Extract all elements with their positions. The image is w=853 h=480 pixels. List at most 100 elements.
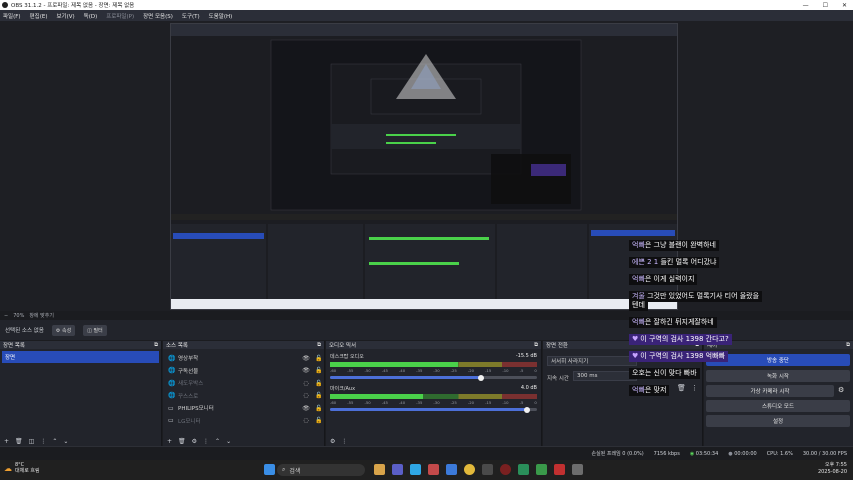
source-item[interactable]: 🌐 구독선물 👁 🔓: [163, 365, 324, 378]
source-item[interactable]: 🌐 새도우박스 ◌ 🔓: [163, 377, 324, 390]
title-bar: OBS 31.1.2 - 프로파일: 제목 없음 - 장면: 제목 없음 — ☐…: [0, 0, 853, 10]
taskbar-search[interactable]: ⌕ 검색: [277, 464, 365, 476]
add-icon[interactable]: +: [4, 438, 9, 445]
search-icon: ⌕: [282, 466, 286, 473]
app-icon[interactable]: [482, 464, 493, 475]
eye-hidden-icon[interactable]: ◌: [301, 380, 311, 387]
lock-icon[interactable]: 🔓: [314, 417, 324, 424]
arrow-up-icon[interactable]: ⌃: [215, 438, 220, 445]
menu-file[interactable]: 파일(F): [3, 12, 21, 20]
chat-message: 억빠은 잘하긴 뒤지게잘하네: [629, 317, 717, 328]
meter-tick-label: -30: [433, 400, 440, 405]
trash-icon[interactable]: 🗑: [15, 438, 23, 445]
eye-icon[interactable]: 👁: [301, 405, 311, 412]
trash-icon[interactable]: 🗑: [178, 438, 186, 445]
fader-knob[interactable]: [523, 406, 530, 413]
channel-name: 데스크탑 오디오: [330, 354, 364, 360]
more-icon[interactable]: ⋮: [203, 438, 209, 445]
meter-ticks: -60 -55 -50 -45 -40 -35 -30 -25 -20 -15 -10 -5 0: [330, 400, 537, 405]
lock-icon[interactable]: 🔓: [314, 405, 324, 412]
teams-icon[interactable]: [392, 464, 403, 475]
app-icon[interactable]: [554, 464, 565, 475]
filters-button[interactable]: ◫ 필터: [83, 324, 107, 336]
scene-item[interactable]: 장면: [2, 351, 159, 363]
bitrate: 7156 kbps: [653, 450, 680, 457]
minimize-button[interactable]: —: [803, 2, 809, 9]
filter-icon[interactable]: ◫: [29, 438, 35, 445]
close-button[interactable]: ✕: [842, 2, 847, 9]
store-icon[interactable]: [446, 464, 457, 475]
eye-hidden-icon[interactable]: ◌: [301, 392, 311, 399]
clock-time: 오후 7:55: [824, 462, 847, 468]
zoom-out-icon[interactable]: −: [4, 313, 8, 319]
more-icon[interactable]: ⋮: [691, 384, 698, 392]
menu-tools[interactable]: 도구(T): [182, 12, 200, 20]
properties-button[interactable]: ⚙ 속성: [51, 324, 76, 336]
menu-help[interactable]: 도움말(H): [209, 12, 233, 20]
file-explorer-icon[interactable]: [374, 464, 385, 475]
eye-hidden-icon[interactable]: ◌: [301, 417, 311, 424]
eye-icon[interactable]: 👁: [301, 355, 311, 362]
edge-icon[interactable]: [410, 464, 421, 475]
source-item[interactable]: ▭ LG모니터 ◌ 🔓: [163, 415, 324, 428]
dock-undock-icon[interactable]: ⧉: [534, 342, 538, 349]
lock-icon[interactable]: 🔓: [314, 367, 324, 374]
app-icon[interactable]: [428, 464, 439, 475]
gear-icon[interactable]: ⚙: [192, 438, 197, 445]
menu-edit[interactable]: 편집(E): [30, 12, 48, 20]
menu-docks[interactable]: 독(D): [84, 12, 98, 20]
trash-icon[interactable]: 🗑: [677, 384, 686, 392]
eye-icon[interactable]: 👁: [301, 367, 311, 374]
arrow-down-icon[interactable]: ⌄: [63, 438, 68, 445]
gear-icon[interactable]: ⚙: [330, 438, 335, 445]
sources-title: 소스 목록: [166, 343, 188, 349]
arrow-up-icon[interactable]: ⌃: [52, 438, 57, 445]
chrome-icon[interactable]: [464, 464, 475, 475]
rec-indicator: ● 00:00:00: [728, 451, 756, 457]
volume-meter: [330, 362, 537, 367]
source-item[interactable]: 🌐 꾸스스로 ◌ 🔓: [163, 390, 324, 403]
source-item[interactable]: ▭ PHILIPS모니터 👁 🔓: [163, 402, 324, 415]
start-recording-button[interactable]: 녹화 시작: [706, 370, 850, 382]
meter-tick-label: -25: [450, 368, 457, 373]
volume-fader[interactable]: [330, 374, 537, 381]
add-icon[interactable]: +: [167, 438, 172, 445]
more-icon[interactable]: ⋮: [40, 438, 46, 445]
settings-button[interactable]: 설정: [706, 415, 850, 427]
lock-icon[interactable]: 🔓: [314, 355, 324, 362]
dock-undock-icon[interactable]: ⧉: [846, 342, 850, 349]
dock-undock-icon[interactable]: ⧉: [154, 342, 158, 349]
zoom-mode[interactable]: 창에 맞추기: [29, 312, 54, 319]
menu-profile[interactable]: 프로파일(P): [106, 12, 134, 20]
menu-scene-collection[interactable]: 장면 모음(S): [143, 12, 173, 20]
subscriber-badge-icon: ♥: [632, 335, 639, 343]
fader-knob[interactable]: [478, 374, 485, 381]
weather-widget[interactable]: ☁ 8°C 대체로 흐림: [4, 462, 40, 474]
app-icon[interactable]: [518, 464, 529, 475]
gear-icon[interactable]: ⚙: [838, 386, 844, 394]
zoom-level[interactable]: 70%: [13, 313, 24, 319]
lock-icon[interactable]: 🔓: [314, 380, 324, 387]
windows-start-icon[interactable]: [264, 464, 275, 475]
studio-mode-button[interactable]: 스튜디오 모드: [706, 400, 850, 412]
kakaotalk-icon[interactable]: [536, 464, 547, 475]
windows-taskbar: ☁ 8°C 대체로 흐림 ⌕ 검색 오후 7:55 2025-08-20: [0, 460, 853, 480]
transition-type-select[interactable]: 서서히 사라지기: [547, 356, 637, 366]
preview-canvas[interactable]: [170, 23, 678, 310]
more-icon[interactable]: ⋮: [341, 438, 347, 445]
obs-taskbar-icon[interactable]: [500, 464, 511, 475]
dock-undock-icon[interactable]: ⧉: [317, 342, 321, 349]
source-item[interactable]: 🌐 영상부착 👁 🔓: [163, 352, 324, 365]
menu-view[interactable]: 보기(V): [56, 12, 74, 20]
scenes-title: 장면 목록: [3, 343, 25, 349]
taskbar-clock[interactable]: 오후 7:55 2025-08-20: [818, 462, 847, 476]
meter-tick-label: -35: [416, 368, 423, 373]
meter-tick-label: -5: [519, 400, 524, 405]
duration-input[interactable]: 300 ms: [573, 371, 637, 381]
start-virtual-camera-button[interactable]: 가상 카메라 시작: [706, 385, 834, 397]
volume-fader[interactable]: [330, 406, 537, 413]
maximize-button[interactable]: ☐: [823, 2, 828, 9]
app-icon[interactable]: [572, 464, 583, 475]
lock-icon[interactable]: 🔓: [314, 392, 324, 399]
arrow-down-icon[interactable]: ⌄: [226, 438, 231, 445]
